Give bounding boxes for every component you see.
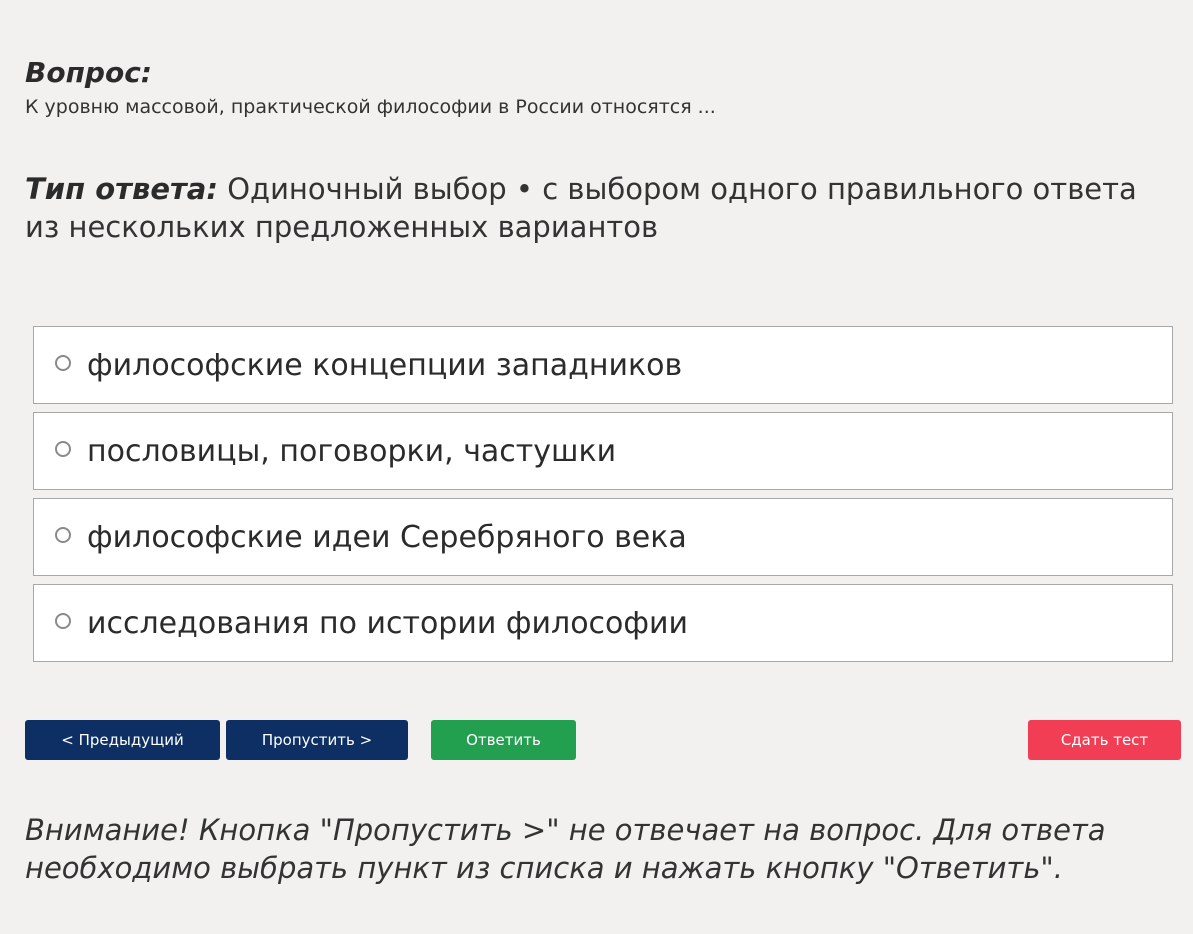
option-item[interactable]: философские концепции западников <box>33 326 1173 404</box>
answer-type: Тип ответа: Одиночный выбор • с выбором … <box>25 170 1145 246</box>
answer-button[interactable]: Ответить <box>431 720 576 760</box>
options-list: философские концепции западников послови… <box>33 326 1173 670</box>
warning-text: Внимание! Кнопка "Пропустить >" не отвеч… <box>25 813 1106 885</box>
option-item[interactable]: исследования по истории философии <box>33 584 1173 662</box>
question-heading: Вопрос: <box>25 56 152 89</box>
skip-button[interactable]: Пропустить > <box>226 720 408 760</box>
option-item[interactable]: философские идеи Серебряного века <box>33 498 1173 576</box>
option-label: исследования по истории философии <box>87 605 689 641</box>
submit-test-button[interactable]: Сдать тест <box>1028 720 1181 760</box>
option-label: философские идеи Серебряного века <box>87 519 687 555</box>
radio-button-icon[interactable] <box>55 355 71 371</box>
previous-button[interactable]: < Предыдущий <box>25 720 220 760</box>
question-text: К уровню массовой, практической философи… <box>25 96 716 118</box>
radio-button-icon[interactable] <box>55 441 71 457</box>
option-label: философские концепции западников <box>87 347 683 383</box>
radio-button-icon[interactable] <box>55 527 71 543</box>
radio-button-icon[interactable] <box>55 613 71 629</box>
option-label: пословицы, поговорки, частушки <box>87 433 617 469</box>
answer-type-label: Тип ответа: <box>25 172 218 206</box>
option-item[interactable]: пословицы, поговорки, частушки <box>33 412 1173 490</box>
